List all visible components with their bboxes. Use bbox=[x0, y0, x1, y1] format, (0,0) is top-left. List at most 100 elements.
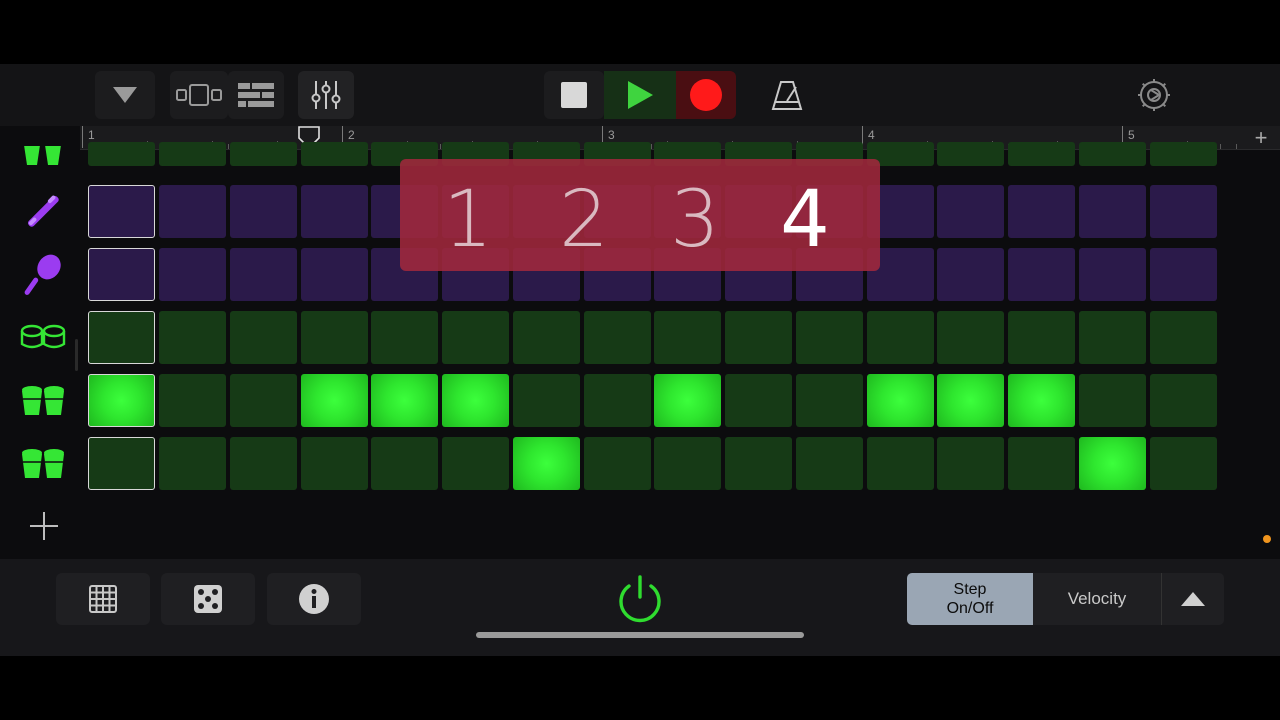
step-cell[interactable] bbox=[159, 437, 226, 490]
step-cell[interactable] bbox=[1008, 248, 1075, 301]
view-toggle-button[interactable] bbox=[170, 71, 228, 119]
step-cell[interactable] bbox=[230, 437, 297, 490]
step-cell[interactable] bbox=[513, 437, 580, 490]
bongo-track-icon[interactable] bbox=[18, 375, 68, 425]
step-cell[interactable] bbox=[937, 142, 1004, 166]
step-cell[interactable] bbox=[371, 437, 438, 490]
step-cell[interactable] bbox=[230, 248, 297, 301]
step-cell[interactable] bbox=[1079, 142, 1146, 166]
step-cell[interactable] bbox=[301, 374, 368, 427]
power-icon bbox=[619, 575, 661, 623]
conga-icon bbox=[20, 324, 66, 349]
step-cell[interactable] bbox=[230, 185, 297, 238]
step-cell[interactable] bbox=[371, 374, 438, 427]
step-cell[interactable] bbox=[1008, 437, 1075, 490]
step-cell[interactable] bbox=[88, 185, 155, 238]
step-cell[interactable] bbox=[301, 311, 368, 364]
step-cell[interactable] bbox=[654, 311, 721, 364]
step-cell[interactable] bbox=[1008, 185, 1075, 238]
step-cell[interactable] bbox=[88, 437, 155, 490]
step-cell[interactable] bbox=[867, 374, 934, 427]
play-button[interactable] bbox=[604, 71, 676, 119]
step-cell[interactable] bbox=[1150, 185, 1217, 238]
track-menu-button[interactable] bbox=[95, 71, 155, 119]
step-cell[interactable] bbox=[159, 248, 226, 301]
step-cell[interactable] bbox=[796, 374, 863, 427]
step-cell[interactable] bbox=[1150, 374, 1217, 427]
step-cell[interactable] bbox=[1150, 142, 1217, 166]
step-cell[interactable] bbox=[88, 374, 155, 427]
step-cell[interactable] bbox=[88, 248, 155, 301]
step-cell[interactable] bbox=[230, 142, 297, 166]
step-cell[interactable] bbox=[88, 311, 155, 364]
maraca-track-icon[interactable] bbox=[18, 249, 68, 299]
step-cell[interactable] bbox=[301, 248, 368, 301]
add-section-button[interactable]: + bbox=[1246, 125, 1276, 150]
stop-button[interactable] bbox=[544, 71, 604, 119]
claves-track-icon[interactable] bbox=[18, 186, 68, 236]
settings-button[interactable] bbox=[1130, 71, 1178, 119]
step-cell[interactable] bbox=[584, 374, 651, 427]
step-cell[interactable] bbox=[230, 374, 297, 427]
step-cell[interactable] bbox=[1079, 374, 1146, 427]
step-cell[interactable] bbox=[1079, 248, 1146, 301]
step-cell[interactable] bbox=[1150, 311, 1217, 364]
bongo-high-track-icon[interactable] bbox=[18, 438, 68, 488]
home-indicator[interactable] bbox=[476, 632, 804, 638]
step-cell[interactable] bbox=[442, 311, 509, 364]
vertical-scroll-indicator[interactable] bbox=[75, 339, 78, 371]
step-cell[interactable] bbox=[937, 374, 1004, 427]
step-cell[interactable] bbox=[159, 142, 226, 166]
step-cell[interactable] bbox=[159, 185, 226, 238]
step-cell[interactable] bbox=[442, 437, 509, 490]
step-cell[interactable] bbox=[654, 437, 721, 490]
step-cell[interactable] bbox=[937, 437, 1004, 490]
pattern-grid-button[interactable] bbox=[56, 573, 150, 625]
expand-row-modes-button[interactable] bbox=[1161, 573, 1224, 625]
step-cell[interactable] bbox=[1079, 185, 1146, 238]
step-cell[interactable] bbox=[867, 311, 934, 364]
step-cell[interactable] bbox=[584, 437, 651, 490]
step-cell[interactable] bbox=[867, 437, 934, 490]
step-on-off-mode-button[interactable]: Step On/Off bbox=[907, 573, 1033, 625]
step-cell[interactable] bbox=[725, 437, 792, 490]
step-cell[interactable] bbox=[937, 185, 1004, 238]
step-cell[interactable] bbox=[1008, 374, 1075, 427]
step-cell[interactable] bbox=[301, 185, 368, 238]
power-button[interactable] bbox=[604, 573, 676, 625]
step-cell[interactable] bbox=[937, 311, 1004, 364]
step-cell[interactable] bbox=[513, 311, 580, 364]
step-cell[interactable] bbox=[159, 374, 226, 427]
step-cell[interactable] bbox=[796, 437, 863, 490]
step-cell[interactable] bbox=[159, 311, 226, 364]
step-cell[interactable] bbox=[442, 374, 509, 427]
step-cell[interactable] bbox=[1008, 142, 1075, 166]
randomize-button[interactable] bbox=[161, 573, 255, 625]
step-cell[interactable] bbox=[1079, 437, 1146, 490]
step-cell[interactable] bbox=[654, 374, 721, 427]
step-cell[interactable] bbox=[88, 142, 155, 166]
tracks-view-button[interactable] bbox=[228, 71, 284, 119]
step-cell[interactable] bbox=[584, 311, 651, 364]
step-cell[interactable] bbox=[513, 374, 580, 427]
step-cell[interactable] bbox=[796, 311, 863, 364]
step-cell[interactable] bbox=[301, 142, 368, 166]
step-cell[interactable] bbox=[1008, 311, 1075, 364]
bongo-top-track-icon[interactable] bbox=[18, 146, 68, 168]
step-cell[interactable] bbox=[371, 311, 438, 364]
conga-low-track-icon[interactable] bbox=[18, 312, 68, 362]
add-track-button[interactable] bbox=[28, 510, 60, 542]
step-cell[interactable] bbox=[1079, 311, 1146, 364]
step-cell[interactable] bbox=[725, 311, 792, 364]
step-cell[interactable] bbox=[301, 437, 368, 490]
step-cell[interactable] bbox=[1150, 437, 1217, 490]
mixer-button[interactable] bbox=[298, 71, 354, 119]
info-button[interactable] bbox=[267, 573, 361, 625]
step-cell[interactable] bbox=[230, 311, 297, 364]
record-button[interactable] bbox=[676, 71, 736, 119]
step-cell[interactable] bbox=[725, 374, 792, 427]
step-cell[interactable] bbox=[1150, 248, 1217, 301]
step-cell[interactable] bbox=[937, 248, 1004, 301]
velocity-mode-button[interactable]: Velocity bbox=[1033, 573, 1161, 625]
metronome-button[interactable] bbox=[760, 71, 814, 119]
